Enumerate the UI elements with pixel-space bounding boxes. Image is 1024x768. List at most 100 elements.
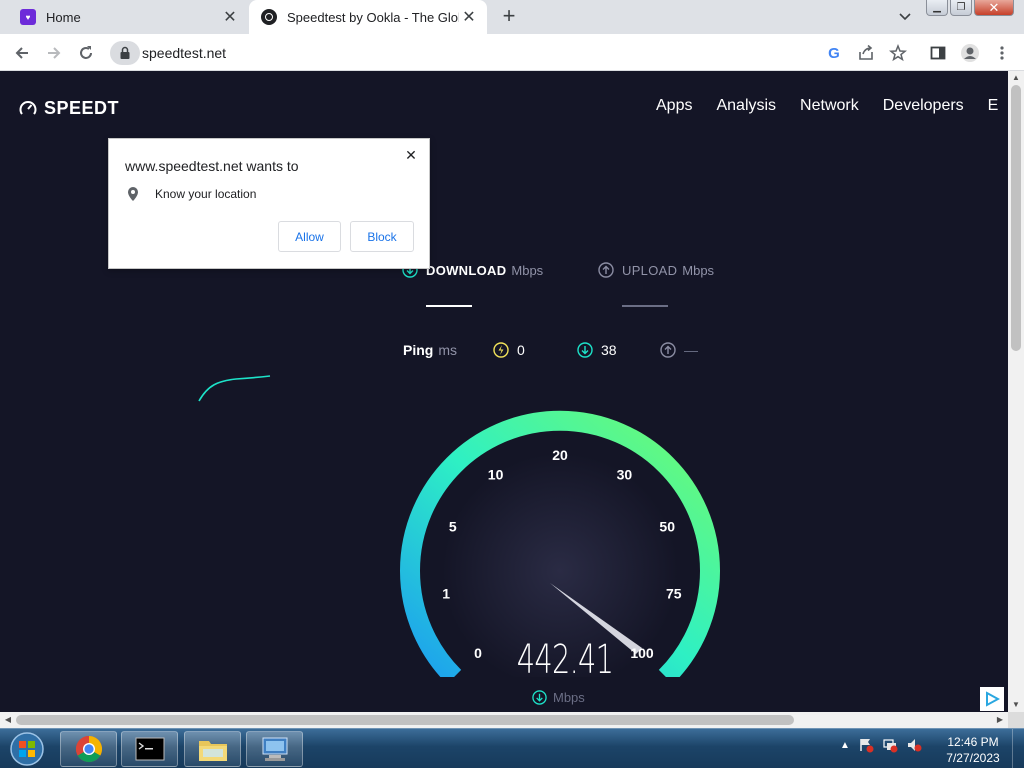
forward-icon[interactable] — [43, 42, 65, 64]
lock-icon[interactable] — [110, 41, 140, 65]
windows-taskbar: ▲ 12:46 PM 7/27/2023 — [0, 728, 1024, 768]
ping-label-group: Ping ms — [403, 342, 457, 358]
upload-arrow-icon — [598, 262, 614, 278]
taskbar-explorer[interactable] — [184, 731, 241, 767]
tab-search-icon[interactable] — [896, 7, 914, 25]
share-icon[interactable] — [855, 42, 877, 64]
nav-analysis[interactable]: Analysis — [716, 97, 776, 115]
speed-value: 442.41 — [516, 637, 614, 683]
tray-expand-icon[interactable]: ▲ — [840, 740, 850, 751]
taskbar-cmd[interactable] — [121, 731, 178, 767]
close-tab-icon[interactable]: ✕ — [220, 7, 240, 27]
taskbar-clock[interactable]: 12:46 PM 7/27/2023 — [940, 734, 1006, 766]
profile-avatar-icon[interactable] — [959, 42, 981, 64]
upload-label: UPLOAD — [622, 262, 678, 278]
popup-title: www.speedtest.net wants to — [125, 158, 299, 174]
gauge-tick-label: 0 — [474, 645, 482, 661]
tab-home[interactable]: ♥ Home ✕ — [8, 0, 248, 34]
start-button[interactable] — [4, 730, 50, 768]
back-icon[interactable] — [11, 42, 33, 64]
show-desktop-button[interactable] — [1012, 729, 1024, 768]
block-button[interactable]: Block — [350, 221, 414, 252]
vertical-scroll-thumb[interactable] — [1011, 85, 1021, 351]
google-lens-icon[interactable]: G — [823, 42, 845, 64]
network-status-icon[interactable] — [882, 737, 898, 753]
chrome-icon — [75, 735, 102, 763]
side-panel-icon[interactable] — [927, 42, 949, 64]
close-tab-icon[interactable]: ✕ — [459, 7, 479, 27]
nav-network[interactable]: Network — [800, 97, 859, 115]
reload-icon[interactable] — [75, 42, 97, 64]
upload-unit: Mbps — [682, 262, 715, 278]
action-center-flag-icon[interactable] — [858, 737, 874, 753]
menu-kebab-icon[interactable] — [991, 42, 1013, 64]
download-small-icon — [532, 690, 547, 705]
scroll-down-arrow-icon[interactable]: ▼ — [1008, 698, 1024, 712]
gauge-tick-label: 100 — [630, 645, 654, 661]
tab-strip: ♥ Home ✕ Speedtest by Ookla - The Global… — [0, 0, 1024, 34]
speedtest-page: SPEEDT Apps Analysis Network Developers … — [0, 71, 1008, 712]
upload-underline — [622, 305, 668, 307]
url-text: speedtest.net — [142, 45, 227, 61]
scroll-up-arrow-icon[interactable]: ▲ — [1008, 71, 1024, 85]
horizontal-scrollbar[interactable]: ◀ ▶ — [0, 712, 1008, 728]
network-program-icon — [262, 737, 287, 761]
tab-speedtest[interactable]: Speedtest by Ookla - The Global ✕ — [249, 0, 487, 34]
window-controls: ▁ ❐ ✕ — [926, 0, 1014, 16]
new-tab-button[interactable]: + — [497, 5, 521, 28]
taskbar-network-program[interactable] — [246, 731, 303, 767]
gauge-tick-label: 50 — [659, 519, 675, 535]
bookmark-star-icon[interactable] — [887, 42, 909, 64]
browser-toolbar: speedtest.net G — [0, 34, 1024, 71]
ping-download: 38 — [577, 342, 617, 358]
address-bar[interactable]: speedtest.net — [110, 39, 920, 67]
tab-title: Home — [46, 9, 81, 25]
gauge-tick-label: 20 — [552, 447, 568, 463]
clock-time: 12:46 PM — [947, 735, 999, 749]
download-unit: Mbps — [511, 262, 544, 278]
download-underline — [426, 305, 472, 307]
ping-download-value: 38 — [601, 342, 617, 358]
ping-idle: 0 — [493, 342, 525, 358]
speedometer-logo-icon — [19, 100, 37, 115]
explorer-icon — [198, 741, 227, 761]
adchoices-icon[interactable] — [980, 687, 1004, 711]
allow-button[interactable]: Allow — [278, 221, 341, 252]
gauge-tick-label: 5 — [449, 519, 457, 535]
location-permission-popup: www.speedtest.net wants to ✕ Know your l… — [108, 138, 430, 269]
scrollbar-corner — [1008, 712, 1024, 728]
home-app-icon: ♥ — [20, 9, 36, 25]
nav-enterprise[interactable]: E — [988, 97, 999, 115]
ping-unit: ms — [438, 342, 458, 358]
ping-upload: — — [660, 342, 698, 358]
ping-upload-value: — — [684, 342, 698, 358]
gauge-tick-label: 30 — [617, 467, 633, 483]
gauge-tick-label: 10 — [488, 467, 504, 483]
close-window-button[interactable]: ✕ — [974, 0, 1014, 16]
upload-header: UPLOAD Mbps — [598, 262, 714, 278]
horizontal-scroll-thumb[interactable] — [16, 715, 794, 725]
volume-muted-icon[interactable] — [906, 737, 922, 753]
speedtest-logo[interactable]: SPEEDT — [18, 98, 119, 119]
nav-apps[interactable]: Apps — [656, 97, 692, 115]
popup-close-icon[interactable]: ✕ — [403, 147, 419, 163]
vertical-scrollbar[interactable]: ▲ ▼ — [1008, 71, 1024, 712]
ping-row: Ping ms 0 38 — — [403, 342, 723, 362]
permission-row: Know your location — [127, 186, 256, 202]
speed-unit: Mbps — [553, 690, 585, 705]
taskbar-chrome[interactable] — [60, 731, 117, 767]
nav-developers[interactable]: Developers — [883, 97, 964, 115]
ping-label: Ping — [403, 342, 434, 358]
upload-latency-icon — [660, 342, 676, 358]
minimize-button[interactable]: ▁ — [926, 0, 948, 16]
restore-button[interactable]: ❐ — [950, 0, 972, 16]
scroll-right-arrow-icon[interactable]: ▶ — [992, 712, 1008, 728]
top-nav: Apps Analysis Network Developers E — [656, 97, 1008, 115]
download-label: DOWNLOAD — [426, 262, 507, 278]
gauge-tick-label: 1 — [442, 586, 450, 602]
ookla-icon — [261, 9, 277, 25]
scroll-left-arrow-icon[interactable]: ◀ — [0, 712, 16, 728]
permission-text: Know your location — [155, 187, 257, 201]
gauge-tick-label: 75 — [666, 586, 682, 602]
speed-sparkline — [198, 375, 271, 402]
